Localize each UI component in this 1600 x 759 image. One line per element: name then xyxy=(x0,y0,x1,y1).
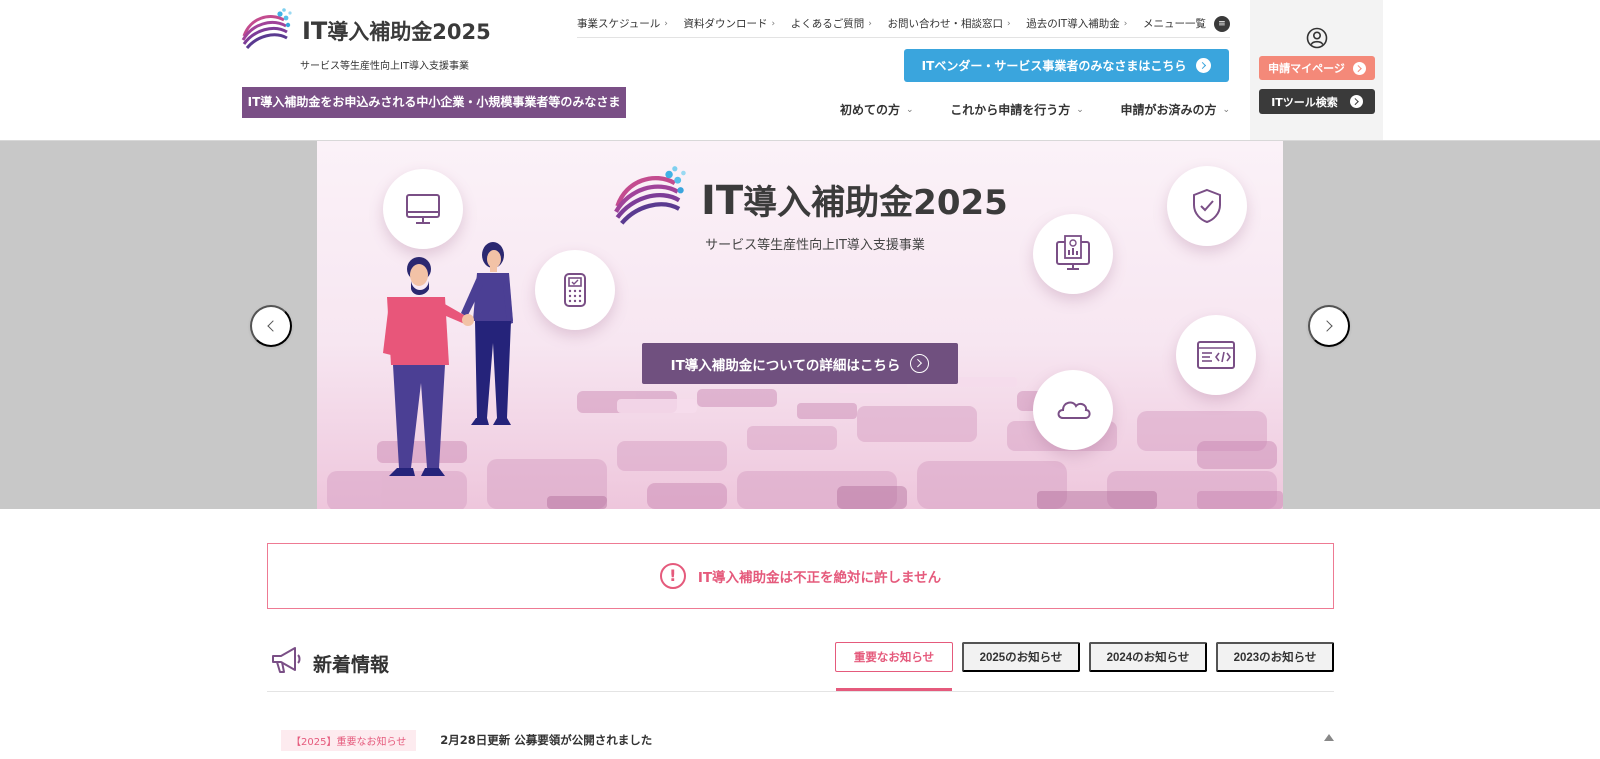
cloud-bubble xyxy=(1033,370,1113,450)
nav-first-time[interactable]: 初めての方 ⌄ xyxy=(840,101,914,118)
menu-icon: ≡ xyxy=(1213,15,1230,32)
security-bubble xyxy=(1167,166,1247,246)
monitor-icon xyxy=(406,194,440,224)
account-panel: 申請マイページ ITツール検索 xyxy=(1250,0,1383,140)
chevron-down-icon: ⌄ xyxy=(906,104,914,115)
hero-logo-mark-icon xyxy=(614,166,686,225)
chevron-right-icon xyxy=(1321,320,1333,332)
finance-chart-icon xyxy=(1056,235,1090,270)
tab-2023-notices[interactable]: 2023のお知らせ xyxy=(1216,642,1334,672)
hero-slide: IT導入補助金2025 サービス等生産性向上IT導入支援事業 IT導入補助金につ… xyxy=(317,141,1283,509)
main-nav: 初めての方 ⌄ これから申請を行う方 ⌄ 申請がお済みの方 ⌄ xyxy=(840,101,1230,118)
fraud-warning-notice[interactable]: ! IT導入補助金は不正を絶対に許しません xyxy=(267,543,1334,609)
notice-text: IT導入補助金は不正を絶対に許しません xyxy=(697,570,942,586)
chevron-left-icon xyxy=(267,320,279,332)
megaphone-icon xyxy=(272,647,301,673)
user-icon[interactable] xyxy=(1306,27,1328,49)
news-section-header: 新着情報 重要なお知らせ 2025のお知らせ 2024のお知らせ 2023のお知… xyxy=(267,640,1334,692)
news-item-text: 2月28日更新 公募要領が公開されました xyxy=(440,733,653,747)
top-link-download[interactable]: 資料ダウンロード › xyxy=(684,16,776,31)
news-item[interactable]: 【2025】重要なお知らせ 2月28日更新 公募要領が公開されました xyxy=(281,729,1334,751)
code-window-icon xyxy=(1197,341,1235,369)
top-link-schedule[interactable]: 事業スケジュール › xyxy=(577,16,668,31)
arrow-circle-icon xyxy=(1352,61,1366,75)
top-link-faq[interactable]: よくあるご質問 › xyxy=(791,16,872,31)
logo-subtitle: サービス等生産性向上IT導入支援事業 xyxy=(300,61,470,72)
arrow-circle-icon xyxy=(910,354,930,373)
chevron-down-icon: ⌄ xyxy=(1076,104,1084,115)
tab-2025-notices[interactable]: 2025のお知らせ xyxy=(962,642,1080,672)
top-link-past-subsidy[interactable]: 過去のIT導入補助金 › xyxy=(1026,16,1127,31)
chevron-right-icon: › xyxy=(1123,18,1128,29)
hero-title: IT導入補助金2025 xyxy=(701,175,1008,224)
chevron-right-icon: › xyxy=(868,18,872,29)
top-link-contact[interactable]: お問い合わせ・相談窓口 › xyxy=(887,16,1010,31)
hero-subtitle: サービス等生産性向上IT導入支援事業 xyxy=(705,238,925,253)
chevron-right-icon: › xyxy=(664,18,668,29)
nav-applying[interactable]: これから申請を行う方 ⌄ xyxy=(950,101,1084,118)
hero-details-button[interactable]: IT導入補助金についての詳細はこちら xyxy=(642,343,958,384)
sme-banner-link[interactable]: IT導入補助金をお申込みされる中小企業・小規模事業者等のみなさま xyxy=(242,87,626,118)
hero-title-prefix: IT xyxy=(701,178,744,224)
nav-applied[interactable]: 申請がお済みの方 ⌄ xyxy=(1120,101,1230,118)
chevron-right-icon: › xyxy=(1006,18,1011,29)
chevron-right-icon: › xyxy=(771,18,776,29)
payment-terminal-bubble xyxy=(535,250,615,330)
exclamation-icon: ! xyxy=(659,563,686,589)
carousel-prev-button[interactable] xyxy=(250,305,292,347)
vendor-button[interactable]: ITベンダー・サービス事業者のみなさまはこちら xyxy=(904,49,1229,82)
arrow-circle-icon xyxy=(1196,58,1212,73)
site-header: IT導入補助金2025 サービス等生産性向上IT導入支援事業 IT導入補助金をお… xyxy=(0,0,1600,141)
it-tool-search-button[interactable]: ITツール検索 xyxy=(1259,89,1375,114)
logo-title-text: 導入補助金2025 xyxy=(327,20,491,44)
hero-title-text: 導入補助金2025 xyxy=(743,183,1008,223)
finance-monitor-bubble xyxy=(1033,214,1113,294)
handshake-illustration xyxy=(383,242,513,476)
mypage-button[interactable]: 申請マイページ xyxy=(1259,56,1375,80)
tab-2024-notices[interactable]: 2024のお知らせ xyxy=(1089,642,1207,672)
news-title: 新着情報 xyxy=(313,654,390,676)
logo-title: IT導入補助金2025 xyxy=(302,16,491,46)
cloud-icon xyxy=(1057,401,1091,419)
utility-nav: 事業スケジュール › 資料ダウンロード › よくあるご質問 › お問い合わせ・相談窓口… xyxy=(577,10,1230,38)
shield-icon xyxy=(1193,188,1221,224)
news-tabs: 重要なお知らせ 2025のお知らせ 2024のお知らせ 2023のお知らせ xyxy=(835,642,1334,691)
payment-terminal-icon xyxy=(564,273,586,307)
chevron-down-icon: ⌄ xyxy=(1222,104,1230,115)
hero-carousel: IT導入補助金2025 サービス等生産性向上IT導入支援事業 IT導入補助金につ… xyxy=(0,141,1600,509)
tab-important-notices[interactable]: 重要なお知らせ xyxy=(835,642,953,691)
arrow-circle-icon xyxy=(1349,95,1363,108)
code-window-bubble xyxy=(1176,315,1256,395)
caret-up-icon[interactable] xyxy=(1324,734,1334,741)
site-logo[interactable]: IT導入補助金2025 サービス等生産性向上IT導入支援事業 xyxy=(240,6,491,74)
carousel-next-button[interactable] xyxy=(1308,305,1350,347)
logo-mark-icon xyxy=(241,8,292,50)
top-link-menu[interactable]: メニュー一覧 ≡ xyxy=(1143,15,1230,32)
news-category-badge: 【2025】重要なお知らせ xyxy=(281,729,417,751)
logo-title-prefix: IT xyxy=(302,17,328,45)
